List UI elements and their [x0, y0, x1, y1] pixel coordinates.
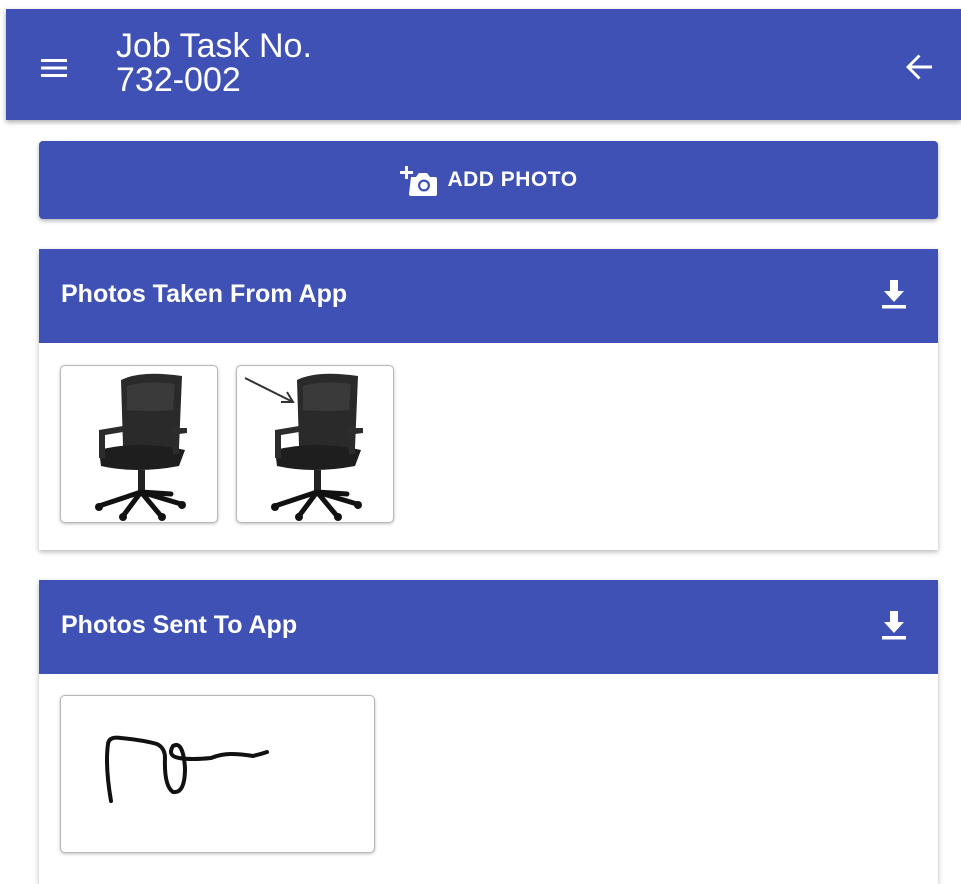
app-bar: Job Task No. 732-002: [6, 9, 961, 120]
photos-taken-title: Photos Taken From App: [61, 280, 348, 308]
menu-icon[interactable]: [36, 51, 76, 85]
arrow-back-icon[interactable]: [899, 47, 939, 87]
page-title-line2: 732-002: [116, 61, 241, 99]
page-title: Job Task No. 732-002: [116, 29, 312, 97]
page-title-line1: Job Task No.: [116, 27, 312, 65]
photos-taken-card: Photos Taken From App: [39, 249, 938, 550]
add-photo-button[interactable]: ADD PHOTO: [39, 141, 938, 219]
handwritten-signature-image: [105, 735, 269, 803]
add-a-photo-icon: [399, 163, 441, 199]
office-chair-annotated-image: [244, 373, 363, 521]
office-chair-image: [95, 373, 187, 521]
photos-sent-title: Photos Sent To App: [61, 611, 298, 639]
photos-sent-card: Photos Sent To App: [39, 580, 938, 884]
photo-thumbnail[interactable]: [60, 365, 218, 523]
add-photo-label: ADD PHOTO: [447, 168, 578, 191]
download-icon[interactable]: [878, 275, 910, 313]
download-icon[interactable]: [878, 606, 910, 644]
photo-thumbnail[interactable]: [60, 695, 375, 853]
photo-thumbnail[interactable]: [236, 365, 394, 523]
photos-sent-header: Photos Sent To App: [39, 580, 938, 674]
photos-taken-header: Photos Taken From App: [39, 249, 938, 343]
